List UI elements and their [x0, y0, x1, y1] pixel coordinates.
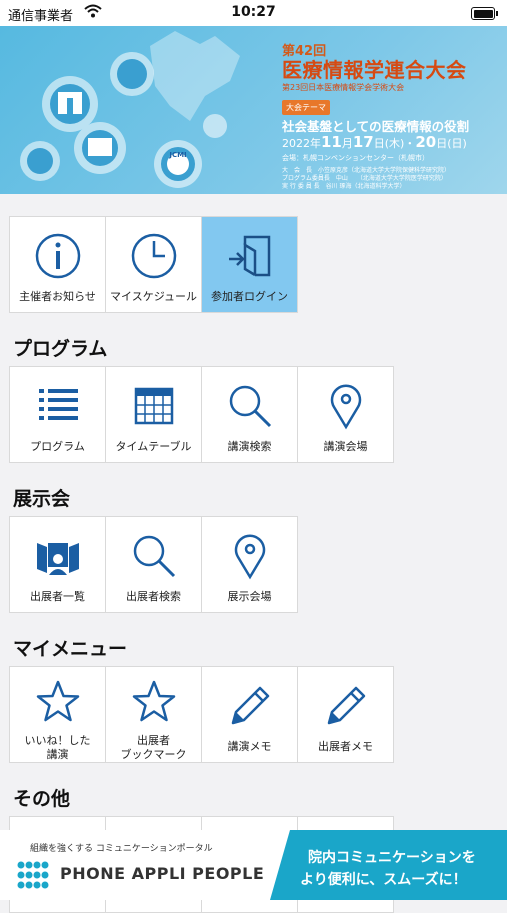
exhibitor-bookmark-tile[interactable]: 出展者 ブックマーク: [105, 666, 202, 763]
calendar-icon: [134, 387, 173, 425]
pencil-icon: [327, 686, 365, 725]
session-memo-tile[interactable]: 講演メモ: [201, 666, 298, 763]
battery-icon: [471, 7, 498, 20]
exhibition-grid: 出展者一覧 出展者検索 展示会場: [9, 516, 298, 613]
exhibition-section-title: 展示会: [13, 488, 71, 510]
jcmi-logo: JCMI: [169, 151, 187, 159]
exhibitor-search-tile[interactable]: 出展者検索: [105, 516, 202, 613]
ad-cta-line: 院内コミュニケーションを: [308, 850, 476, 866]
exhibition-venue-tile[interactable]: 展示会場: [201, 516, 298, 613]
conference-dates: 2022年11月17日(木)・20日(日): [282, 133, 467, 151]
conference-venue: 会場：札幌コンベンションセンター（札幌市）: [282, 154, 429, 162]
clock-icon: [131, 233, 176, 279]
program-section-title: プログラム: [13, 338, 108, 360]
timetable-tile[interactable]: タイムテーブル: [105, 366, 202, 463]
organizer-info: 実 行 委 員 長 谷川 琢海（北海道科学大学）: [282, 183, 406, 190]
top-menu-grid: 主催者お知らせ マイスケジュール 参加者ログイン: [9, 216, 298, 313]
ad-tagline: 組織を強くする コミュニケーションポータル: [30, 844, 213, 854]
ad-cta-line: より便利に、スムーズに！: [300, 872, 467, 888]
program-grid: プログラム タイムテーブル 講演検索 講演会場: [9, 366, 394, 463]
my-menu-section-title: マイメニュー: [13, 638, 128, 660]
exhibitor-icon: [36, 543, 79, 575]
tile-label: 主催者お知らせ: [19, 290, 96, 303]
my-schedule-tile[interactable]: マイスケジュール: [105, 216, 202, 313]
star-icon: [132, 680, 175, 722]
list-icon: [38, 389, 78, 420]
tile-label: いいね！した 講演: [24, 734, 91, 761]
exhibitor-memo-tile[interactable]: 出展者メモ: [297, 666, 394, 763]
conference-banner[interactable]: 第42回 医療情報学連合大会 第23回日本医療情報学会学術大会 大会テーマ 社会…: [0, 26, 507, 194]
tile-label: プログラム: [30, 440, 85, 453]
other-section-title: その他: [13, 788, 71, 810]
tile-label: マイスケジュール: [110, 290, 197, 303]
tile-label: タイムテーブル: [115, 440, 192, 453]
ad-brand: PHONE APPLI PEOPLE: [60, 864, 265, 883]
info-icon: [35, 233, 80, 279]
tile-label: 出展者検索: [126, 590, 181, 603]
liked-sessions-tile[interactable]: いいね！した 講演: [9, 666, 106, 763]
phone-appli-logo-icon: [17, 861, 49, 889]
tile-label: 出展者 ブックマーク: [120, 734, 187, 761]
clock-time: 10:27: [231, 4, 276, 20]
map-pin-icon: [330, 384, 361, 430]
theme-badge: 大会テーマ: [282, 100, 330, 115]
conference-title: 医療情報学連合大会: [282, 58, 467, 82]
ad-banner[interactable]: 組織を強くする コミュニケーションポータル PHONE APPLI PEOPLE…: [0, 830, 507, 900]
tile-label: 講演会場: [323, 440, 368, 453]
pencil-icon: [231, 686, 269, 725]
star-icon: [36, 680, 79, 722]
conference-subtitle: 第23回日本医療情報学会学術大会: [282, 83, 405, 92]
exhibitor-list-tile[interactable]: 出展者一覧: [9, 516, 106, 613]
status-bar: 通信事業者 10:27: [0, 0, 507, 26]
tile-label: 参加者ログイン: [211, 290, 288, 303]
session-search-tile[interactable]: 講演検索: [201, 366, 298, 463]
tile-label: 展示会場: [227, 590, 272, 603]
tile-label: 出展者一覧: [30, 590, 85, 603]
organizer-notice-tile[interactable]: 主催者お知らせ: [9, 216, 106, 313]
login-icon: [228, 235, 270, 277]
search-icon: [229, 385, 271, 428]
session-venue-tile[interactable]: 講演会場: [297, 366, 394, 463]
program-tile[interactable]: プログラム: [9, 366, 106, 463]
tile-label: 出展者メモ: [318, 740, 373, 753]
search-icon: [133, 535, 175, 578]
tile-label: 講演検索: [227, 440, 272, 453]
gears-illustration: [20, 31, 240, 188]
map-pin-icon: [234, 534, 265, 580]
my-menu-grid: いいね！した 講演 出展者 ブックマーク 講演メモ 出展者メモ: [9, 666, 394, 763]
tile-label: 講演メモ: [227, 740, 272, 753]
ad-cta[interactable]: 院内コミュニケーションを より便利に、スムーズに！: [270, 830, 507, 900]
participant-login-tile[interactable]: 参加者ログイン: [201, 216, 298, 313]
